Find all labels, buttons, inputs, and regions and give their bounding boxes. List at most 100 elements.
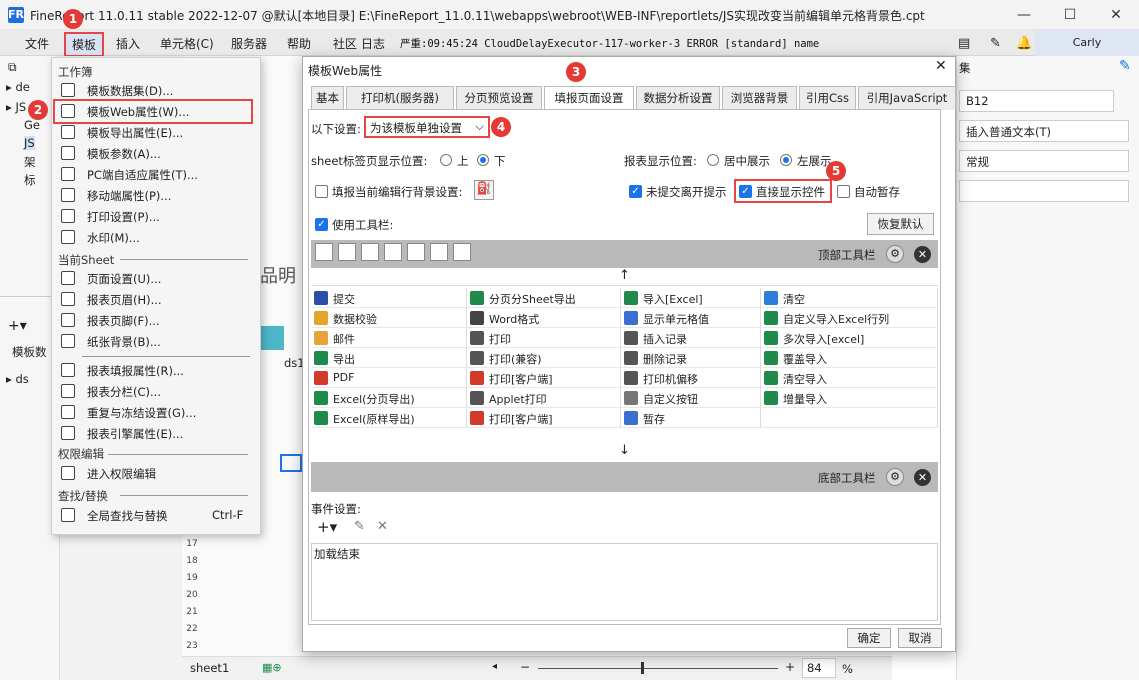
tab-5[interactable]: 浏览器背景 bbox=[722, 86, 797, 110]
sheet-tab-down-radio[interactable] bbox=[477, 154, 489, 166]
menu-item[interactable]: 报表分栏(C)... bbox=[54, 381, 258, 402]
tab-0[interactable]: 基本 bbox=[311, 86, 344, 110]
zoom-slider-thumb[interactable] bbox=[641, 662, 644, 674]
menu-item[interactable]: 报表页眉(H)... bbox=[54, 289, 258, 310]
menu-item[interactable]: 报表引擎属性(E)... bbox=[54, 423, 258, 444]
report-center-radio[interactable] bbox=[707, 154, 719, 166]
widget-item[interactable]: 插入记录 bbox=[621, 328, 761, 348]
dataset-item[interactable]: ▸ ds bbox=[6, 372, 29, 386]
insert-row-icon[interactable] bbox=[430, 243, 448, 261]
selected-cell[interactable] bbox=[280, 454, 302, 472]
settings-select[interactable]: 为该模板单独设置 ⌵ bbox=[364, 116, 490, 138]
menu-item[interactable]: 进入权限编辑 bbox=[54, 463, 258, 484]
cancel-button[interactable]: 取消 bbox=[898, 628, 942, 648]
menu-item[interactable]: 页面设置(U)... bbox=[54, 268, 258, 289]
menu-insert[interactable]: 插入 bbox=[116, 35, 140, 52]
tab-1[interactable]: 打印机(服务器) bbox=[346, 86, 454, 110]
widget-item[interactable]: 导入[Excel] bbox=[621, 288, 761, 308]
insert-type-select[interactable]: 插入普通文本(T) bbox=[959, 120, 1129, 142]
fill-bg-checkbox[interactable] bbox=[315, 185, 328, 198]
menu-item[interactable]: 报表页脚(F)... bbox=[54, 310, 258, 331]
edit-icon[interactable]: ✎ bbox=[990, 36, 1001, 51]
menu-item[interactable]: 移动端属性(P)... bbox=[54, 185, 258, 206]
widget-item[interactable]: 清空 bbox=[761, 288, 938, 308]
paint-bucket-icon[interactable]: ⛽ bbox=[474, 180, 494, 200]
unsubmit-checkbox[interactable]: ✓ bbox=[629, 185, 642, 198]
widget-item[interactable]: Word格式 bbox=[467, 308, 621, 328]
tab-7[interactable]: 引用JavaScript bbox=[858, 86, 956, 110]
tree-item[interactable]: Ge bbox=[24, 118, 40, 132]
sheet-tab-up-radio[interactable] bbox=[440, 154, 452, 166]
tree-item[interactable]: 标 bbox=[24, 172, 36, 188]
user-name[interactable]: Carly bbox=[1035, 30, 1139, 56]
widget-item[interactable]: 邮件 bbox=[311, 328, 467, 348]
show-cell-icon[interactable] bbox=[453, 243, 471, 261]
widget-item[interactable]: PDF bbox=[311, 368, 467, 388]
ok-button[interactable]: 确定 bbox=[847, 628, 891, 648]
move-down-icon[interactable]: ↓ bbox=[311, 443, 938, 461]
widget-item[interactable]: 数据校验 bbox=[311, 308, 467, 328]
delete-event-icon[interactable]: ✕ bbox=[377, 519, 388, 534]
remove-toolbar-icon[interactable]: ✕ bbox=[914, 246, 931, 263]
widget-item[interactable]: Excel(分页导出) bbox=[311, 388, 467, 408]
settings-gear-icon[interactable]: ⚙ bbox=[886, 245, 904, 263]
minimize-icon[interactable]: — bbox=[1001, 0, 1047, 30]
widget-item[interactable]: Excel(原样导出) bbox=[311, 408, 467, 428]
format-detail-field[interactable] bbox=[959, 180, 1129, 202]
remove-toolbar-icon[interactable]: ✕ bbox=[914, 469, 931, 486]
menu-item[interactable]: 模板数据集(D)... bbox=[54, 80, 258, 101]
widget-item[interactable]: 自定义导入Excel行列 bbox=[761, 308, 938, 328]
menu-item[interactable]: 水印(M)... bbox=[54, 227, 258, 248]
menu-file[interactable]: 文件 bbox=[25, 35, 49, 52]
close-window-icon[interactable]: ✕ bbox=[1093, 0, 1139, 30]
edit-pen-icon[interactable]: ✎ bbox=[1119, 58, 1131, 74]
verify-icon[interactable] bbox=[338, 243, 356, 261]
maximize-icon[interactable]: ☐ bbox=[1047, 0, 1093, 30]
scroll-left-icon[interactable]: ◂ bbox=[492, 661, 497, 672]
widget-item[interactable]: 打印(兼容) bbox=[467, 348, 621, 368]
tab-4[interactable]: 数据分析设置 bbox=[636, 86, 720, 110]
zoom-input[interactable]: 84 bbox=[802, 658, 836, 678]
zoom-slider[interactable] bbox=[538, 668, 778, 669]
menu-item[interactable]: PC端自适应属性(T)... bbox=[54, 164, 258, 185]
widget-item[interactable]: 打印[客户端] bbox=[467, 368, 621, 388]
menu-cell[interactable]: 单元格(C) bbox=[160, 35, 214, 52]
print-icon[interactable] bbox=[361, 243, 379, 261]
export-icon[interactable] bbox=[384, 243, 402, 261]
menu-item[interactable]: 全局查找与替换 Ctrl-F bbox=[54, 505, 258, 526]
menu-log[interactable]: 日志 bbox=[361, 35, 385, 52]
direct-widget-checkbox[interactable]: ✓ bbox=[739, 185, 752, 198]
tree-item[interactable]: ▸ de bbox=[6, 80, 30, 94]
widget-item[interactable]: 清空导入 bbox=[761, 368, 938, 388]
menu-item[interactable]: 纸张背景(B)... bbox=[54, 331, 258, 352]
widget-item[interactable]: Applet打印 bbox=[467, 388, 621, 408]
widget-item[interactable]: 提交 bbox=[311, 288, 467, 308]
add-icon[interactable]: +▾ bbox=[8, 318, 27, 334]
menu-item[interactable]: 重复与冻结设置(G)... bbox=[54, 402, 258, 423]
widget-item[interactable]: 打印[客户端] bbox=[467, 408, 621, 428]
auto-save-checkbox[interactable] bbox=[837, 185, 850, 198]
event-item[interactable]: 加载结束 bbox=[314, 546, 360, 562]
menu-item[interactable]: 模板参数(A)... bbox=[54, 143, 258, 164]
widget-item[interactable]: 自定义按钮 bbox=[621, 388, 761, 408]
tree-item[interactable]: ▸ JS bbox=[6, 100, 26, 114]
widget-item[interactable]: 增量导入 bbox=[761, 388, 938, 408]
add-sheet-icon[interactable]: ▦⊕ bbox=[262, 661, 282, 674]
widget-item[interactable]: 打印 bbox=[467, 328, 621, 348]
use-toolbar-checkbox[interactable]: ✓ bbox=[315, 218, 328, 231]
sheet-tab[interactable]: sheet1 bbox=[190, 661, 229, 675]
menu-item[interactable]: 打印设置(P)... bbox=[54, 206, 258, 227]
menu-community[interactable]: 社区 bbox=[333, 35, 357, 52]
widget-item[interactable]: 打印机偏移 bbox=[621, 368, 761, 388]
menu-template[interactable]: 模板 bbox=[64, 32, 105, 57]
widget-item[interactable]: 暂存 bbox=[621, 408, 761, 428]
tree-item[interactable]: JS bbox=[24, 136, 35, 150]
widget-item[interactable]: 导出 bbox=[311, 348, 467, 368]
dialog-close-icon[interactable]: ✕ bbox=[935, 58, 947, 74]
notification-bell-icon[interactable]: 🔔 bbox=[1016, 36, 1032, 51]
restore-default-button[interactable]: 恢复默认 bbox=[867, 213, 934, 235]
settings-gear-icon[interactable]: ⚙ bbox=[886, 468, 904, 486]
tab-6[interactable]: 引用Css bbox=[799, 86, 856, 110]
move-up-icon[interactable]: ↑ bbox=[311, 268, 938, 286]
widget-item[interactable]: 分页分Sheet导出 bbox=[467, 288, 621, 308]
